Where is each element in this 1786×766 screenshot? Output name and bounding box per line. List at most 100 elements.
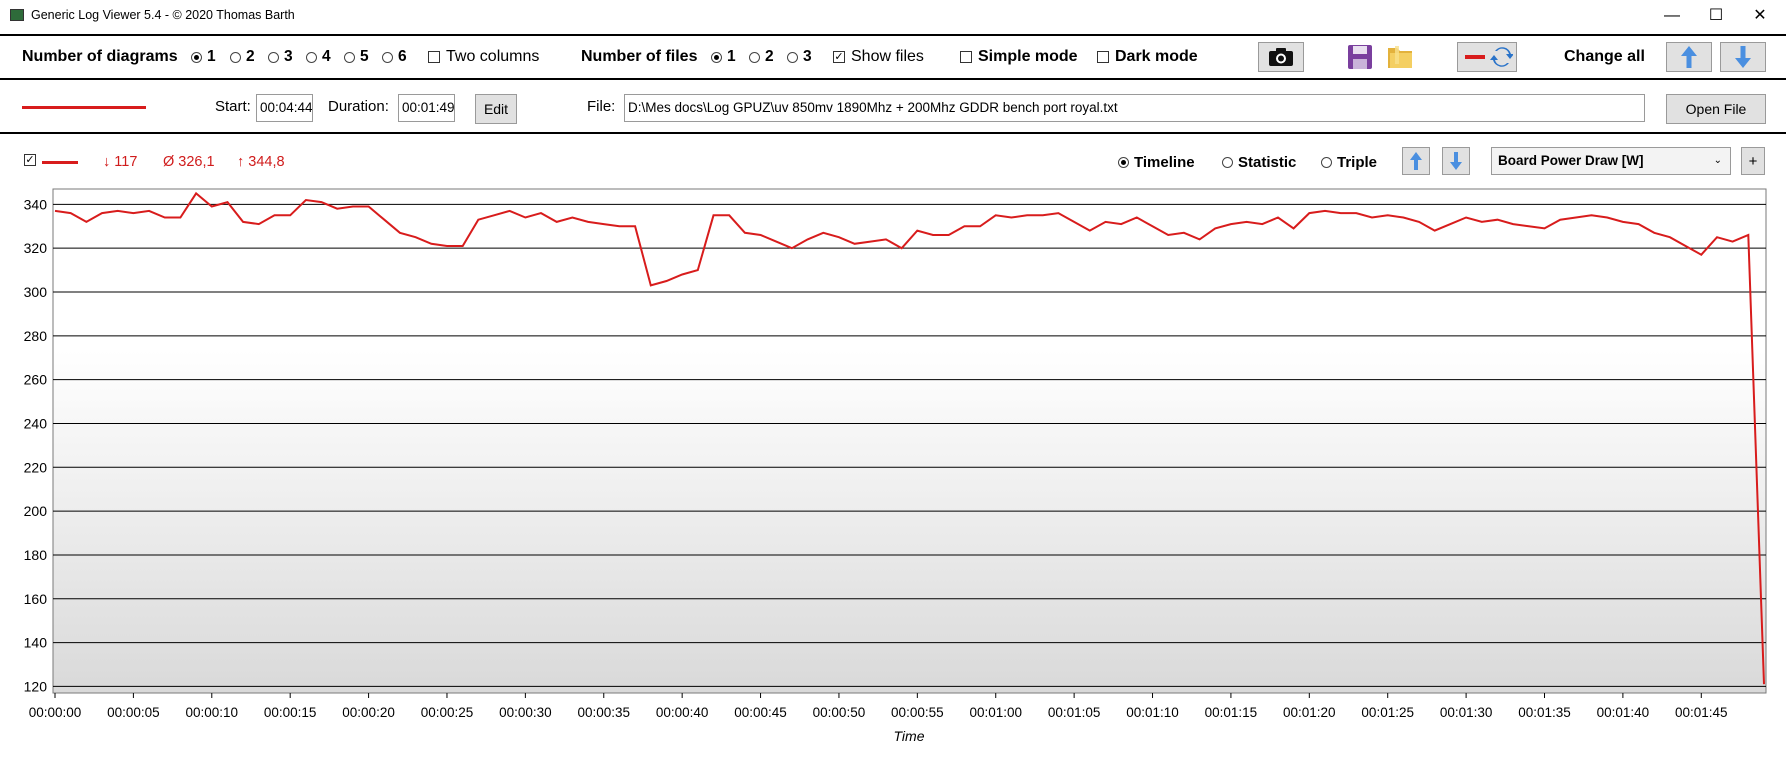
y-tick-label: 320 (24, 240, 48, 256)
arrow-down-icon (1450, 152, 1462, 170)
move-up-all-button[interactable] (1666, 42, 1712, 72)
file-path-field[interactable]: D:\Mes docs\Log GPUZ\uv 850mv 1890Mhz + … (624, 94, 1645, 122)
file-settings-row: Start: 00:04:44 Duration: 00:01:49 Edit … (0, 82, 1786, 134)
minimize-button[interactable]: — (1650, 0, 1694, 32)
radio-label: 3 (803, 48, 812, 65)
chart-container: 120 140 160 180 200 220 240 260 280 300 320 340 00:… (0, 188, 1786, 761)
radio-dot (711, 51, 722, 63)
series-color-refresh-button[interactable] (1457, 42, 1517, 72)
maximize-icon: ☐ (1708, 7, 1724, 24)
two-columns-checkbox[interactable]: Two columns (428, 48, 539, 66)
diagrams-radio-5[interactable]: 5 (344, 48, 369, 66)
move-diagram-up-button[interactable] (1402, 147, 1430, 175)
minimize-icon: — (1664, 7, 1680, 24)
files-radio-1[interactable]: 1 (711, 48, 736, 66)
move-down-all-button[interactable] (1720, 42, 1766, 72)
x-tick-label: 00:00:55 (891, 705, 944, 720)
diagrams-radio-3[interactable]: 3 (268, 48, 293, 66)
mode-radio-statistic[interactable]: Statistic (1222, 154, 1296, 171)
files-radio-3[interactable]: 3 (787, 48, 812, 66)
open-folder-button[interactable] (1385, 42, 1415, 72)
radio-dot (344, 51, 355, 63)
checkbox-box (428, 51, 440, 63)
duration-label: Duration: (328, 98, 389, 115)
chevron-down-icon: ⌄ (1713, 155, 1722, 166)
x-tick-label: 00:01:00 (969, 705, 1022, 720)
floppy-disk-icon (1348, 45, 1372, 69)
files-radio-2[interactable]: 2 (749, 48, 774, 66)
x-tick-label: 00:01:20 (1283, 705, 1336, 720)
radio-dot (191, 51, 202, 63)
radio-dot (787, 51, 798, 63)
x-tick-label: 00:00:35 (577, 705, 630, 720)
series-legend-line (42, 161, 78, 164)
min-value: ↓ 117 (103, 154, 138, 170)
x-tick-label: 00:00:25 (421, 705, 474, 720)
save-button[interactable] (1345, 42, 1375, 72)
mode-radio-timeline[interactable]: Timeline (1118, 154, 1195, 171)
y-tick-label: 340 (24, 196, 48, 212)
arrow-up-icon (1410, 152, 1422, 170)
checkbox-label: Two columns (446, 48, 540, 65)
radio-dot (1222, 157, 1233, 168)
move-diagram-down-button[interactable] (1442, 147, 1470, 175)
add-diagram-button[interactable]: + (1741, 147, 1765, 175)
x-tick-label: 00:00:10 (186, 705, 239, 720)
show-files-checkbox[interactable]: ✓ Show files (833, 48, 924, 66)
y-tick-label: 160 (24, 591, 48, 607)
checkbox-label: Dark mode (1115, 48, 1198, 65)
x-tick-label: 00:00:20 (342, 705, 395, 720)
x-tick-label: 00:01:05 (1048, 705, 1101, 720)
dark-mode-checkbox[interactable]: Dark mode (1097, 48, 1198, 66)
duration-field[interactable]: 00:01:49 (398, 94, 455, 122)
simple-mode-checkbox[interactable]: Simple mode (960, 48, 1078, 66)
x-axis-label: Time (894, 728, 925, 744)
diagrams-radio-4[interactable]: 4 (306, 48, 331, 66)
maximize-button[interactable]: ☐ (1694, 0, 1738, 32)
x-tick-label: 00:01:15 (1205, 705, 1258, 720)
edit-button[interactable]: Edit (475, 94, 517, 124)
sensor-select[interactable]: Board Power Draw [W] ⌄ (1491, 147, 1731, 175)
close-icon: ✕ (1753, 7, 1767, 24)
diagrams-radio-6[interactable]: 6 (382, 48, 407, 66)
x-tick-label: 00:00:30 (499, 705, 552, 720)
x-tick-label: 00:01:25 (1361, 705, 1414, 720)
main-toolbar: Number of diagrams 1 2 3 4 5 6 Two colum… (0, 34, 1786, 80)
y-tick-label: 260 (24, 372, 48, 388)
radio-label: 2 (765, 48, 774, 65)
red-line-refresh-icon (1465, 47, 1513, 67)
x-tick-label: 00:00:50 (813, 705, 866, 720)
y-tick-label: 240 (24, 415, 48, 431)
diagrams-label: Number of diagrams (22, 48, 178, 65)
radio-label: 6 (398, 48, 407, 65)
series-color-swatch[interactable] (22, 106, 146, 109)
x-tick-label: 00:01:10 (1126, 705, 1179, 720)
arrow-down-icon (1735, 46, 1751, 68)
title-bar: Generic Log Viewer 5.4 - © 2020 Thomas B… (0, 0, 1786, 32)
power-chart: 120 140 160 180 200 220 240 260 280 300 320 340 00:… (24, 188, 1767, 744)
y-tick-label: 200 (24, 503, 48, 519)
folder-icon (1388, 46, 1412, 68)
file-label: File: (587, 98, 616, 115)
diagrams-radio-1[interactable]: 1 (191, 48, 216, 66)
y-tick-label: 220 (24, 459, 48, 475)
radio-label: 2 (246, 48, 255, 65)
x-tick-label: 00:00:05 (107, 705, 160, 720)
screenshot-button[interactable] (1258, 42, 1304, 72)
checkbox-box (1097, 51, 1109, 63)
open-file-button[interactable]: Open File (1666, 94, 1766, 124)
radio-dot (306, 51, 317, 63)
radio-label: 3 (284, 48, 293, 65)
series-visible-checkbox[interactable]: ✓ (24, 154, 42, 166)
diagrams-radio-2[interactable]: 2 (230, 48, 255, 66)
start-field[interactable]: 00:04:44 (256, 94, 313, 122)
close-button[interactable]: ✕ (1738, 0, 1782, 32)
y-tick-label: 300 (24, 284, 48, 300)
radio-label: 4 (322, 48, 331, 65)
radio-label: Timeline (1134, 154, 1195, 171)
window-title: Generic Log Viewer 5.4 - © 2020 Thomas B… (31, 8, 295, 22)
mode-radio-triple[interactable]: Triple (1321, 154, 1377, 171)
change-all-label: Change all (1564, 48, 1645, 65)
plot-background (52, 188, 1767, 694)
arrow-up-icon (1681, 46, 1697, 68)
